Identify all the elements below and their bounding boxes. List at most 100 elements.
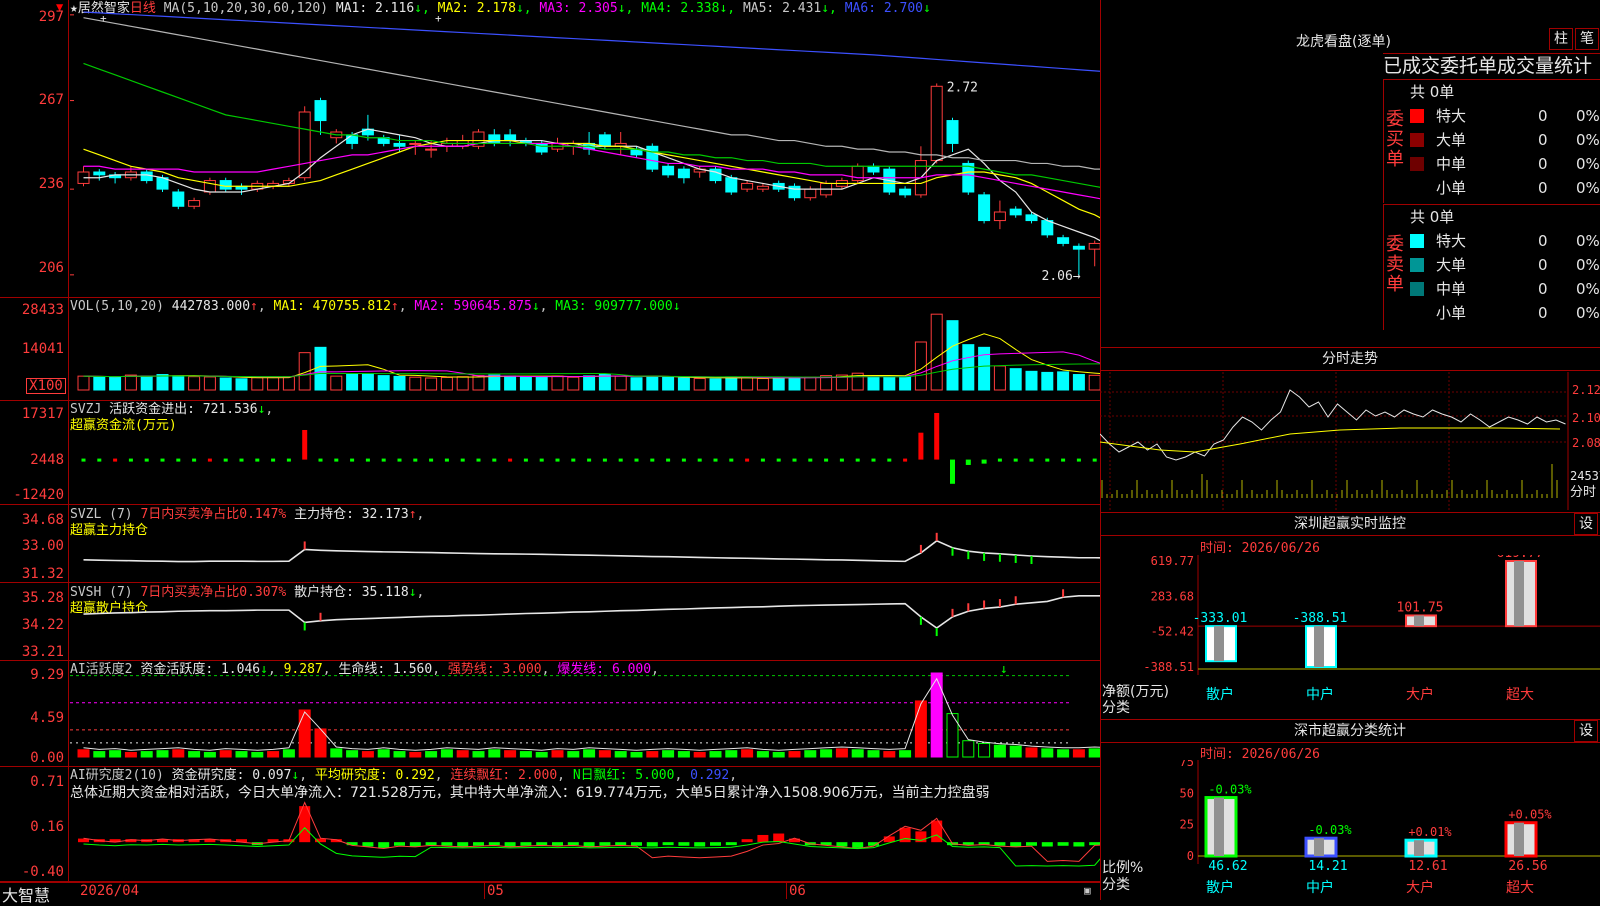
low-annotation: 2.06→ — [1042, 269, 1081, 284]
ai1-bar-62 — [1057, 749, 1070, 758]
monitor-time: 时间: 2026/06/26 — [1200, 541, 1320, 556]
classify-chart[interactable]: 75 50 25 0 -0.03% 46.62 散户 -0.03% 14.21 中户 +0.01% 1… — [1100, 760, 1600, 900]
ai1-down-arrow: ↓ — [1000, 662, 1008, 677]
buyRows-row-0[interactable]: 特大 0 0% — [1410, 104, 1600, 128]
svsh-line — [83, 595, 1100, 630]
row-label: 大单 — [1436, 131, 1467, 149]
svzl-pane[interactable]: SVZL (7) 7日内买卖净占比0.147% 主力持仓: 32.173↑, 超… — [0, 505, 1100, 583]
axis-month-06: 06 — [786, 883, 806, 899]
color-swatch-icon — [1410, 282, 1424, 296]
svzl-ytick-0: 34.68 — [21, 512, 64, 528]
intraday-vol-unit: 分时 — [1570, 485, 1596, 500]
vol-bar-17 — [346, 373, 359, 391]
kline-chart[interactable]: 2.72 2.06→ + + — [70, 0, 1100, 298]
ai2-bar-39 — [694, 842, 706, 847]
vol-bar-11 — [251, 377, 264, 391]
buyRows-row-2[interactable]: 中单 0 0% — [1410, 152, 1600, 176]
tick-mode-button[interactable]: 笔 — [1575, 28, 1599, 50]
svzj-chart[interactable] — [70, 401, 1100, 505]
sellRows-row-0[interactable]: 特大 0 0% — [1410, 229, 1600, 253]
ai1-bar-27 — [504, 750, 517, 758]
ai1-bar-59 — [1009, 745, 1022, 758]
classify-ytick-0: 75 — [1180, 760, 1194, 769]
ai2-bar-27 — [504, 842, 516, 847]
row-value: 0 — [1538, 304, 1548, 322]
svzj-bar-46 — [808, 458, 813, 462]
vol-bar-3 — [124, 374, 137, 391]
intraday-title: 分时走势 — [1100, 347, 1600, 371]
ai2-bar-37 — [662, 842, 674, 846]
classify-settings-button[interactable]: 设 — [1574, 720, 1598, 742]
lock-icon[interactable]: ▣ — [1084, 884, 1091, 897]
dragon-title: 龙虎看盘(逐单) — [1296, 34, 1391, 50]
svzj-bar-43 — [760, 458, 765, 462]
monitor-chart[interactable]: 619.77 283.68 -52.42 -388.51 -333.01 散户 -388.5… — [1100, 555, 1600, 718]
ai2-bar-18 — [362, 842, 374, 847]
vol-bar-64 — [1088, 374, 1100, 391]
row-label: 大单 — [1436, 256, 1467, 274]
monitor-cat-3: 超大 — [1506, 687, 1534, 703]
ai-activity-chart[interactable]: ↓ — [70, 661, 1100, 767]
candle-43 — [756, 185, 769, 190]
buyRows-row-3[interactable]: 小单 0 0% — [1410, 176, 1600, 200]
intraday-chart[interactable]: 2.120 2.100 2.080 24537 分时 — [1100, 372, 1600, 510]
ai2-bar-38 — [678, 842, 690, 846]
ai1-bar-47 — [820, 749, 833, 758]
volume-chart[interactable] — [70, 298, 1100, 401]
svzl-line — [83, 539, 1100, 563]
ai1-bar-61 — [1041, 748, 1054, 758]
ai1-bar-49 — [851, 749, 864, 758]
candle-46 — [804, 188, 817, 199]
ai2-bar-61 — [1041, 842, 1053, 847]
bar-mode-button[interactable]: 柱 — [1549, 28, 1573, 50]
ai-research-pane[interactable]: AI研究度2(10) 资金研究度: 0.097↓, 平均研究度: 0.292, … — [0, 767, 1100, 882]
ai1-bar-6 — [172, 749, 185, 758]
svsh-axis — [68, 583, 69, 660]
ai2-bar-19 — [378, 842, 390, 848]
candle-41 — [725, 177, 738, 193]
svzj-bar-11 — [255, 458, 260, 462]
vol-bar-57 — [978, 346, 991, 391]
svzl-chart[interactable] — [70, 505, 1100, 583]
brand-label: 大智慧 — [2, 886, 51, 905]
sellRows-row-2[interactable]: 中单 0 0% — [1410, 277, 1600, 301]
ai2-ytick-0: 0.71 — [30, 774, 64, 790]
svsh-ytick-0: 35.28 — [21, 590, 64, 606]
row-label: 特大 — [1436, 232, 1467, 250]
ai2-bar-36 — [646, 842, 658, 847]
sellRows-row-3[interactable]: 小单 0 0% — [1410, 301, 1600, 325]
monitor-settings-button[interactable]: 设 — [1574, 513, 1598, 535]
ai1-bar-28 — [519, 751, 532, 758]
intraday-ytick-0: 2.120 — [1572, 383, 1600, 397]
svzj-pane[interactable]: SVZJ 活跃资金进出: 721.536↓, 超赢资金流(万元) 17317 2… — [0, 401, 1100, 505]
sellRows-row-1[interactable]: 大单 0 0% — [1410, 253, 1600, 277]
classify-cat-3: 超大 — [1506, 880, 1534, 896]
candle-64 — [1088, 242, 1100, 250]
ai1-bar-9 — [219, 750, 232, 758]
svzj-ytick-1: 2448 — [30, 452, 64, 468]
svzj-bar-25 — [476, 458, 481, 462]
vol-bar-13 — [282, 376, 295, 391]
ai1-bar-7 — [188, 751, 201, 758]
svzj-bar-19 — [381, 458, 386, 462]
ai1-bar-32 — [583, 749, 596, 758]
svsh-pane[interactable]: SVSH (7) 7日内买卖净占比0.307% 散户持仓: 35.118↓, 超… — [0, 583, 1100, 661]
ai1-bar-18 — [361, 751, 374, 758]
classify-chg-3: +0.05% — [1508, 808, 1552, 822]
buyRows-row-1[interactable]: 大单 0 0% — [1410, 128, 1600, 152]
volume-pane[interactable]: VOL(5,10,20) 442783.000↑, MA1: 470755.81… — [0, 298, 1100, 401]
svzj-bar-7 — [192, 458, 197, 462]
svsh-chart[interactable] — [70, 583, 1100, 661]
ai2-bar-33 — [599, 842, 611, 846]
row-label: 中单 — [1436, 155, 1467, 173]
candle-62 — [1057, 237, 1070, 244]
ai-activity-pane[interactable]: AI活跃度2 资金活跃度: 1.046↓, 9.287, 生命线: 1.560,… — [0, 661, 1100, 767]
ai2-bar-29 — [536, 842, 548, 846]
kline-pane[interactable]: ▼ ★居然智家日线 MA(5,10,20,30,60,120) MA1: 2.1… — [0, 0, 1100, 298]
ai-research-chart[interactable] — [70, 767, 1100, 882]
vol-bar-62 — [1057, 371, 1070, 391]
candle-29 — [535, 142, 548, 153]
bottom-time-axis[interactable]: 大智慧 2026/04 05 06 ▣ — [0, 882, 1100, 905]
classify-bar-shade-1 — [1314, 838, 1324, 856]
svzj-bar-55 — [950, 459, 955, 484]
